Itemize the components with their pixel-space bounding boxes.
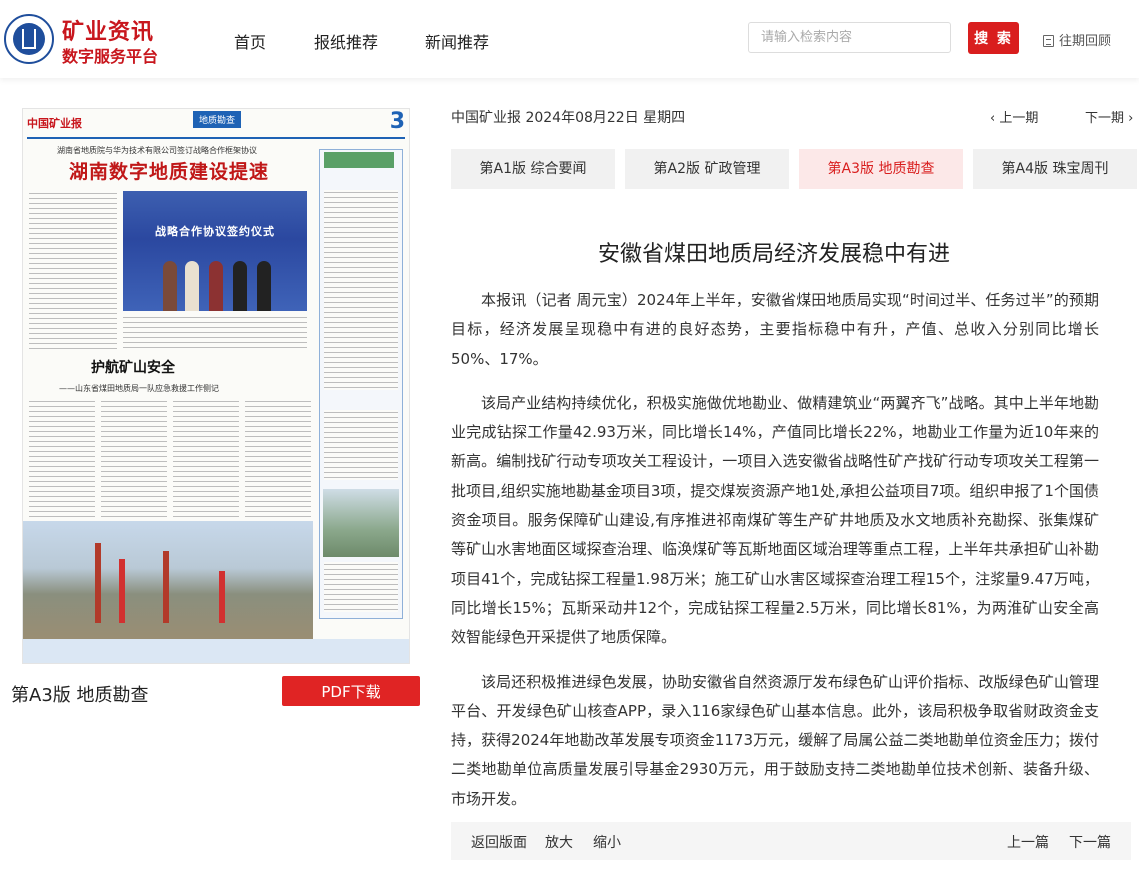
zoom-out-button[interactable]: 缩小 (593, 832, 621, 852)
photo-caption: 战略合作协议签约仪式 (155, 225, 275, 238)
field-photo[interactable] (323, 489, 399, 557)
site-header: 矿业资讯 数字服务平台 首页 报纸推荐 新闻推荐 搜 索 往期回顾 (0, 0, 1139, 78)
tab-a2[interactable]: 第A2版 矿政管理 (625, 149, 789, 189)
next-issue-link[interactable]: 下一期 › (1085, 107, 1133, 126)
next-article-button[interactable]: 下一篇 (1069, 832, 1111, 852)
paper-text-column[interactable] (123, 315, 307, 351)
tab-a1[interactable]: 第A1版 综合要闻 (451, 149, 615, 189)
paper-subhead: 湖南省地质院与华为技术有限公司签订战略合作框架协议 (57, 146, 257, 155)
pdf-download-button[interactable]: PDF下载 (282, 676, 420, 706)
paper-section-tag: 地质勘查 (193, 111, 242, 128)
article-toolbar: 返回版面 放大 缩小 上一篇 下一篇 (451, 822, 1131, 860)
photo-figure (185, 261, 199, 311)
chevron-right-icon: › (1124, 111, 1134, 126)
paper-text-column[interactable] (101, 399, 167, 517)
photo-figure (257, 261, 271, 311)
tab-a4[interactable]: 第A4版 珠宝周刊 (973, 149, 1137, 189)
logo-icon[interactable] (4, 14, 54, 64)
article-paragraph: 该局还积极推进绿色发展，协助安徽省自然资源厅发布绿色矿山评价指标、改版绿色矿山管… (451, 672, 1099, 808)
prev-issue-label: 上一期 (999, 111, 1039, 126)
past-issues-label: 往期回顾 (1059, 34, 1112, 49)
photo-rig (163, 551, 169, 623)
search-input[interactable] (748, 22, 951, 53)
paper-text-column[interactable] (245, 399, 311, 517)
photo-figure (209, 261, 223, 311)
paper-text-column[interactable] (29, 399, 95, 517)
article-paragraph: 本报讯（记者 周元宝）2024年上半年，安徽省煤田地质局实现“时间过半、任务过半… (451, 291, 1099, 368)
paper-text-column[interactable] (29, 191, 117, 351)
paper-text-column (324, 562, 398, 612)
article-paragraph: 该局产业结构持续优化，积极实施做优地勘业、做精建筑业“两翼齐飞”战略。其中上半年… (451, 393, 1099, 647)
paper-text-column (324, 410, 398, 480)
brand-title[interactable]: 矿业资讯 (62, 14, 154, 46)
brand-subtitle: 数字服务平台 (62, 47, 159, 66)
newspaper-page-image[interactable]: 中国矿业报 地质勘查 3 湖南省地质院与华为技术有限公司签订战略合作框架协议 湖… (22, 108, 410, 664)
page-label: 第A3版 地质勘查 (11, 685, 149, 706)
sidebar-header (324, 152, 394, 168)
paper-footer-strip (23, 639, 409, 663)
prev-issue-link[interactable]: ‹ 上一期 (990, 107, 1038, 126)
paper-masthead: 中国矿业报 (27, 117, 82, 130)
nav-home[interactable]: 首页 (234, 29, 266, 53)
article-body: 本报讯（记者 周元宝）2024年上半年，安徽省煤田地质局实现“时间过半、任务过半… (451, 286, 1099, 829)
paper-subhead-2: ——山东省煤田地质局一队应急救援工作侧记 (59, 384, 219, 393)
drilling-rig-photo[interactable] (23, 521, 313, 639)
photo-rig (95, 543, 101, 623)
signing-ceremony-photo[interactable]: 战略合作协议签约仪式 (123, 191, 307, 311)
calendar-icon (1043, 35, 1054, 47)
past-issues-link[interactable]: 往期回顾 (1043, 30, 1111, 49)
chevron-left-icon: ‹ (990, 111, 1000, 126)
back-to-page-button[interactable]: 返回版面 (471, 832, 527, 852)
photo-figure (233, 261, 247, 311)
paper-headline-2[interactable]: 护航矿山安全 (91, 357, 175, 377)
paper-text-column (324, 190, 398, 390)
nav-news[interactable]: 新闻推荐 (425, 29, 489, 53)
paper-text-column[interactable] (173, 399, 239, 517)
prev-article-button[interactable]: 上一篇 (1007, 832, 1049, 852)
tab-a3[interactable]: 第A3版 地质勘查 (799, 149, 963, 189)
issue-info: 中国矿业报 2024年08月22日 星期四 (451, 110, 686, 126)
paper-headline[interactable]: 湖南数字地质建设提速 (69, 157, 269, 184)
search-button[interactable]: 搜 索 (968, 22, 1019, 54)
photo-rig (119, 559, 125, 623)
paper-rule (27, 137, 405, 139)
photo-rig (219, 571, 225, 623)
next-issue-label: 下一期 (1085, 111, 1125, 126)
paper-page-number: 3 (389, 109, 405, 134)
photo-figure (163, 261, 177, 311)
article-title: 安徽省煤田地质局经济发展稳中有进 (597, 242, 950, 267)
nav-newspaper[interactable]: 报纸推荐 (314, 29, 378, 53)
zoom-in-button[interactable]: 放大 (545, 832, 573, 852)
